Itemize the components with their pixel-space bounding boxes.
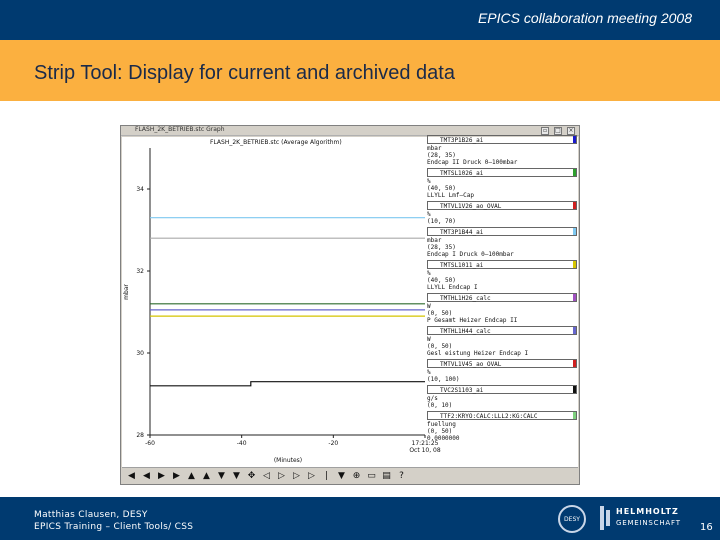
legend-color-swatch: [573, 412, 576, 419]
legend-info-line: (28, 35): [427, 244, 456, 251]
legend-info-line: fuellung: [427, 421, 456, 428]
legend-color-swatch: [573, 228, 576, 235]
helmholtz-line1: HELMHOLTZ: [616, 507, 679, 516]
legend-info-line: Endcap II Druck 0–100mbar: [427, 159, 518, 166]
x-axis-label: (Minutes): [274, 457, 302, 464]
x-tick-label: Oct 10, 08: [409, 447, 441, 454]
legend-info-line: (0, 10): [427, 402, 453, 409]
legend-info-line: P Gesamt Heizer Endcap II: [427, 317, 518, 324]
legend-info-line: (0, 50): [427, 343, 453, 350]
legend-color-swatch: [573, 261, 576, 268]
legend-color-swatch: [573, 202, 576, 209]
chart-title: FLASH_2K_BETRIEB.stc (Average Algorithm): [210, 139, 342, 146]
legend-info-line: %: [427, 369, 431, 376]
legend-signal-name[interactable]: TMTVL1V45_ao_OVAL: [427, 359, 577, 368]
legend-color-swatch: [573, 327, 576, 334]
legend-signal-name[interactable]: TMTHL1H26_calc: [427, 293, 577, 302]
legend-info-line: mbar: [427, 237, 442, 244]
y-tick-label: 28: [136, 432, 144, 439]
legend-info-line: %: [427, 211, 431, 218]
footer-author: Matthias Clausen, DESY: [34, 510, 148, 520]
x-tick-label: -40: [237, 440, 247, 447]
legend-info-line: (40, 50): [427, 277, 456, 284]
legend-info-line: LLYLL Lmf–Cap: [427, 192, 474, 199]
helmholtz-mark-icon: [600, 506, 610, 530]
y-tick-label: 32: [136, 268, 144, 275]
legend-signal-name[interactable]: TMTSL1011_ai: [427, 260, 577, 269]
legend-info-line: (10, 100): [427, 376, 460, 383]
legend-signal-name[interactable]: TMTSL1026_ai: [427, 168, 577, 177]
x-tick-label: -60: [145, 440, 155, 447]
legend-signal-name[interactable]: TMTVL1V26_ao_OVAL: [427, 201, 577, 210]
strip-chart: 34323028-60 -40 -20 17:21:25Oct 10, 08(Minu…: [123, 148, 441, 464]
legend-info-line: LLYLL Endcap I: [427, 284, 478, 291]
legend-color-swatch: [573, 386, 576, 393]
footer-course: EPICS Training – Client Tools/ CSS: [34, 522, 194, 532]
legend-signal-name[interactable]: TMT3P1B44_ai: [427, 227, 577, 236]
legend-color-swatch: [573, 294, 576, 301]
desy-logo: DESY: [558, 505, 586, 533]
legend-info-line: Gesl eistung Heizer Endcap I: [427, 350, 529, 357]
legend-color-swatch: [573, 136, 576, 143]
legend-color-swatch: [573, 169, 576, 176]
helmholtz-line2: GEMEINSCHAFT: [616, 519, 681, 527]
legend-info-line: (0, 50): [427, 428, 453, 435]
y-tick-label: 30: [136, 350, 144, 357]
legend-info-line: W: [427, 336, 431, 343]
legend-info-line: %: [427, 178, 431, 185]
legend-info-line: g/s: [427, 395, 438, 402]
legend-info-line: mbar: [427, 145, 442, 152]
legend-signal-name[interactable]: TMTHL1H44_calc: [427, 326, 577, 335]
legend-signal-name[interactable]: TVC2S1103_ai: [427, 385, 577, 394]
legend-color-swatch: [573, 360, 576, 367]
legend-info-line: (0, 50): [427, 310, 453, 317]
legend-signal-name[interactable]: TMT3P1B26_ai: [427, 135, 577, 144]
y-tick-label: 34: [136, 186, 144, 193]
legend-info-line: 0.0000000: [427, 435, 460, 442]
legend-info-line: (40, 50): [427, 185, 456, 192]
legend-info-line: (28, 35): [427, 152, 456, 159]
series-line-5: [150, 381, 425, 387]
page-number: 16: [700, 522, 713, 533]
y-axis-label: mbar: [123, 284, 130, 300]
legend-info-line: Endcap I Druck 0–100mbar: [427, 251, 514, 258]
legend-info-line: %: [427, 270, 431, 277]
legend-info-line: W: [427, 303, 431, 310]
legend-signal-name[interactable]: TTF2:KRYO:CALC:LLL2:KG:CALC: [427, 411, 577, 420]
legend-info-line: (10, 70): [427, 218, 456, 225]
x-tick-label: -20: [328, 440, 338, 447]
